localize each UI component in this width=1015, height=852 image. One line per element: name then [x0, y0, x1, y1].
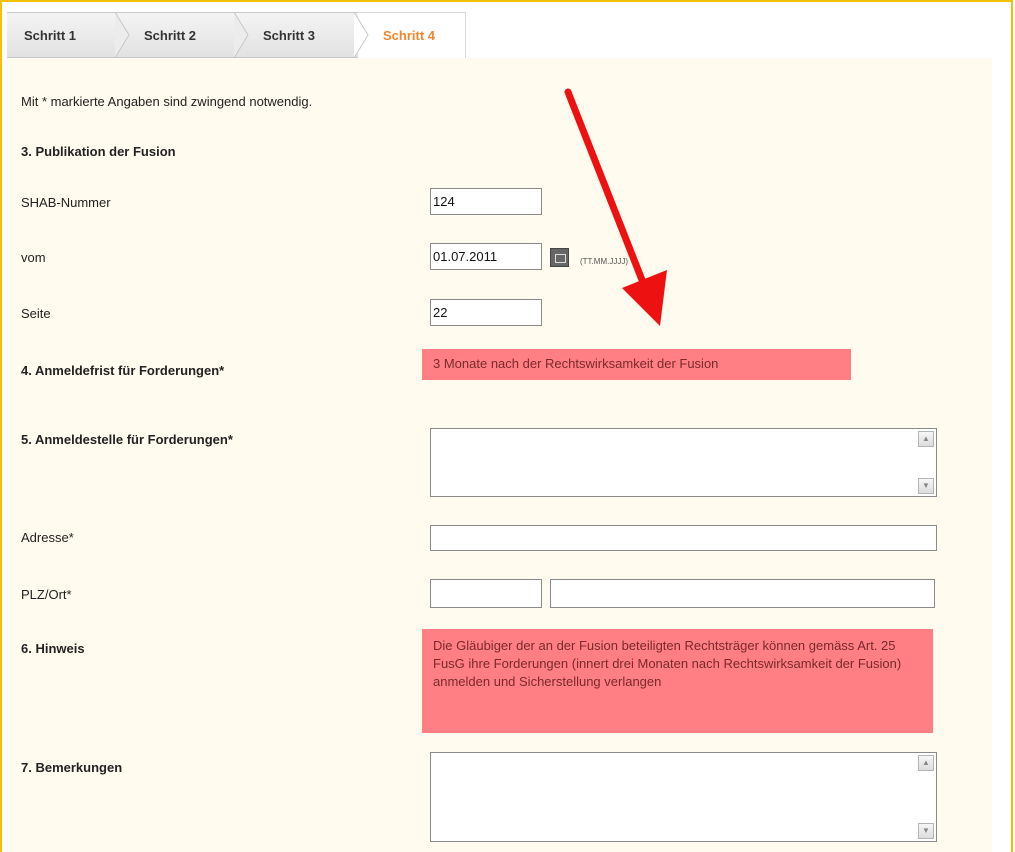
tab-separator-icon: [233, 12, 249, 58]
date-input[interactable]: [430, 243, 542, 270]
page-label: Seite: [21, 306, 51, 321]
scroll-down-icon[interactable]: ▼: [918, 823, 934, 839]
scroll-down-icon[interactable]: ▼: [918, 478, 934, 494]
shab-label: SHAB-Nummer: [21, 195, 111, 210]
red-arrow-annotation: [564, 88, 667, 326]
scrollbar[interactable]: ▲ ▼: [918, 431, 934, 494]
required-note: Mit * markierte Angaben sind zwingend no…: [21, 94, 313, 109]
address-label: Adresse*: [21, 530, 74, 545]
date-label: vom: [21, 250, 46, 265]
remarks-textarea[interactable]: ▲ ▼: [430, 752, 937, 842]
deadline-value: 3 Monate nach der Rechtswirksamkeit der …: [422, 349, 851, 380]
city-input[interactable]: [550, 579, 935, 608]
shab-number-input[interactable]: [430, 188, 542, 215]
tab-separator-icon: [114, 12, 130, 58]
plz-input[interactable]: [430, 579, 542, 608]
claims-office-textarea[interactable]: ▲ ▼: [430, 428, 937, 497]
notice-text: Die Gläubiger der an der Fusion beteilig…: [422, 629, 933, 733]
section-6-title: 6. Hinweis: [21, 641, 85, 656]
page-input[interactable]: [430, 299, 542, 326]
section-7-title: 7. Bemerkungen: [21, 760, 123, 775]
address-input[interactable]: [430, 525, 937, 551]
scroll-up-icon[interactable]: ▲: [918, 431, 934, 447]
section-4-title: 4. Anmeldefrist für Forderungen*: [21, 363, 225, 378]
scrollbar[interactable]: ▲ ▼: [918, 755, 934, 839]
tab-schritt-1[interactable]: Schritt 1: [7, 12, 120, 58]
plz-city-label: PLZ/Ort*: [21, 587, 72, 602]
section-5-title: 5. Anmeldestelle für Forderungen*: [21, 432, 233, 447]
tab-schritt-2[interactable]: Schritt 2: [120, 12, 238, 58]
section-3-title: 3. Publikation der Fusion: [21, 144, 176, 159]
tab-schritt-3[interactable]: Schritt 3: [238, 12, 358, 58]
scroll-up-icon[interactable]: ▲: [918, 755, 934, 771]
tab-separator-icon: [353, 12, 369, 58]
tab-schritt-4[interactable]: Schritt 4: [358, 12, 466, 58]
